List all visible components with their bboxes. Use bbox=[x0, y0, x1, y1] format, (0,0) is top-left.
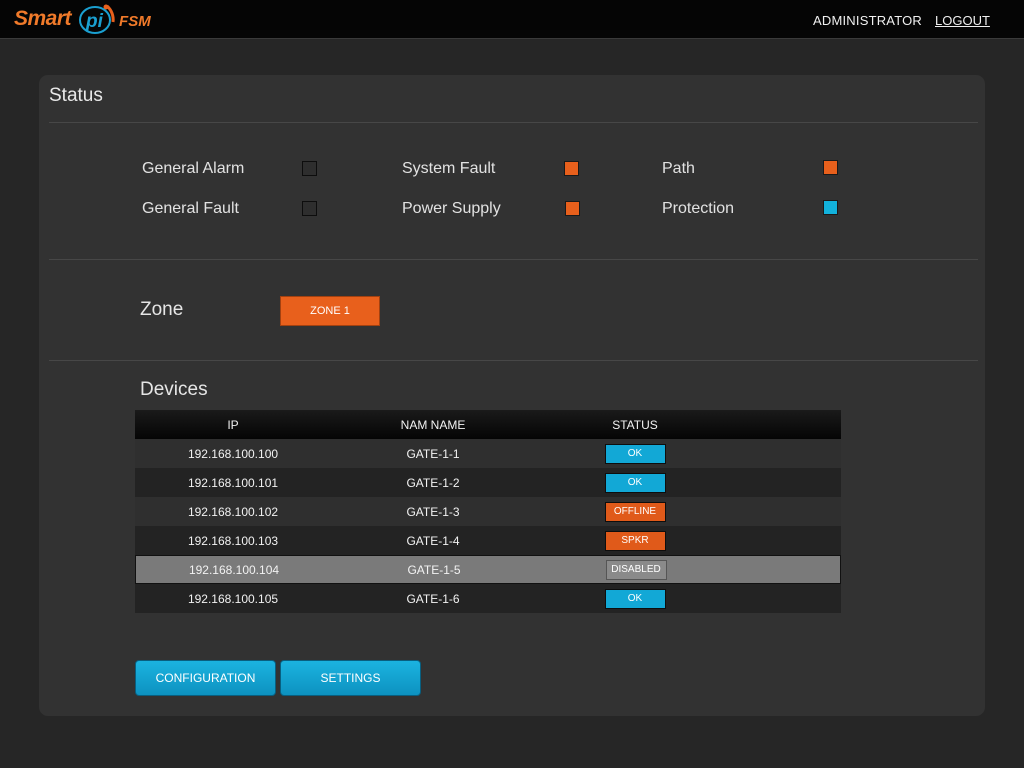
row-ip: 192.168.100.101 bbox=[187, 475, 279, 490]
column-header-status: STATUS bbox=[612, 417, 658, 432]
row-ip: 192.168.100.104 bbox=[188, 562, 280, 577]
logout-link[interactable]: LOGOUT bbox=[935, 13, 990, 28]
row-nam-name: GATE-1-5 bbox=[407, 562, 461, 577]
table-row-selected[interactable]: 192.168.100.104 GATE-1-5 DISABLED bbox=[135, 555, 841, 584]
status-panel: Status General Alarm General Fault Syste… bbox=[39, 75, 985, 716]
settings-button[interactable]: SETTINGS bbox=[280, 660, 421, 696]
protection-indicator bbox=[823, 200, 838, 215]
row-nam-name: GATE-1-2 bbox=[406, 475, 460, 490]
logo-fsm-text: FSM bbox=[119, 12, 151, 30]
status-badge: OFFLINE bbox=[604, 501, 666, 522]
smartpi-fsm-logo: Smart pi FSM bbox=[14, 2, 151, 36]
table-row[interactable]: 192.168.100.103 GATE-1-4 SPKR bbox=[135, 526, 841, 555]
zone-1-button[interactable]: ZONE 1 bbox=[280, 296, 380, 326]
system-fault-indicator bbox=[564, 161, 579, 176]
system-fault-label: System Fault bbox=[402, 160, 496, 177]
top-bar: Smart pi FSM ADMINISTRATOR LOGOUT bbox=[0, 0, 1024, 39]
status-badge: OK bbox=[604, 588, 666, 609]
status-badge: OK bbox=[604, 472, 666, 493]
current-user-label: ADMINISTRATOR bbox=[813, 13, 923, 28]
configuration-button[interactable]: CONFIGURATION bbox=[135, 660, 276, 696]
row-ip: 192.168.100.100 bbox=[187, 446, 279, 461]
row-nam-name: GATE-1-4 bbox=[406, 533, 460, 548]
general-fault-label: General Fault bbox=[142, 200, 239, 217]
panel-title: Status bbox=[49, 85, 103, 106]
devices-heading: Devices bbox=[140, 379, 208, 400]
table-row[interactable]: 192.168.100.100 GATE-1-1 OK bbox=[135, 439, 841, 468]
column-header-ip: IP bbox=[227, 417, 239, 432]
row-nam-name: GATE-1-3 bbox=[406, 504, 460, 519]
general-alarm-indicator bbox=[302, 161, 317, 176]
row-ip: 192.168.100.103 bbox=[187, 533, 279, 548]
status-badge: DISABLED bbox=[605, 559, 667, 580]
table-row[interactable]: 192.168.100.102 GATE-1-3 OFFLINE bbox=[135, 497, 841, 526]
row-ip: 192.168.100.102 bbox=[187, 504, 279, 519]
logo-pi-mark-icon: pi bbox=[73, 2, 117, 36]
status-badge: OK bbox=[604, 443, 666, 464]
table-header: IP NAM NAME STATUS bbox=[135, 410, 841, 439]
status-badge: SPKR bbox=[604, 530, 666, 551]
devices-table: IP NAM NAME STATUS 192.168.100.100 GATE-… bbox=[135, 410, 841, 613]
zone-label: Zone bbox=[140, 299, 184, 320]
divider bbox=[49, 122, 978, 123]
protection-label: Protection bbox=[662, 200, 735, 217]
power-supply-label: Power Supply bbox=[402, 200, 501, 217]
row-ip: 192.168.100.105 bbox=[187, 591, 279, 606]
row-nam-name: GATE-1-1 bbox=[406, 446, 460, 461]
table-row[interactable]: 192.168.100.101 GATE-1-2 OK bbox=[135, 468, 841, 497]
path-indicator bbox=[823, 160, 838, 175]
table-row[interactable]: 192.168.100.105 GATE-1-6 OK bbox=[135, 584, 841, 613]
power-supply-indicator bbox=[565, 201, 580, 216]
row-nam-name: GATE-1-6 bbox=[406, 591, 460, 606]
logo-smart-text: Smart bbox=[14, 7, 72, 30]
divider bbox=[49, 360, 978, 361]
svg-text:pi: pi bbox=[85, 11, 104, 32]
general-alarm-label: General Alarm bbox=[142, 160, 245, 177]
general-fault-indicator bbox=[302, 201, 317, 216]
column-header-nam-name: NAM NAME bbox=[400, 417, 466, 432]
divider bbox=[49, 259, 978, 260]
path-label: Path bbox=[662, 160, 695, 177]
